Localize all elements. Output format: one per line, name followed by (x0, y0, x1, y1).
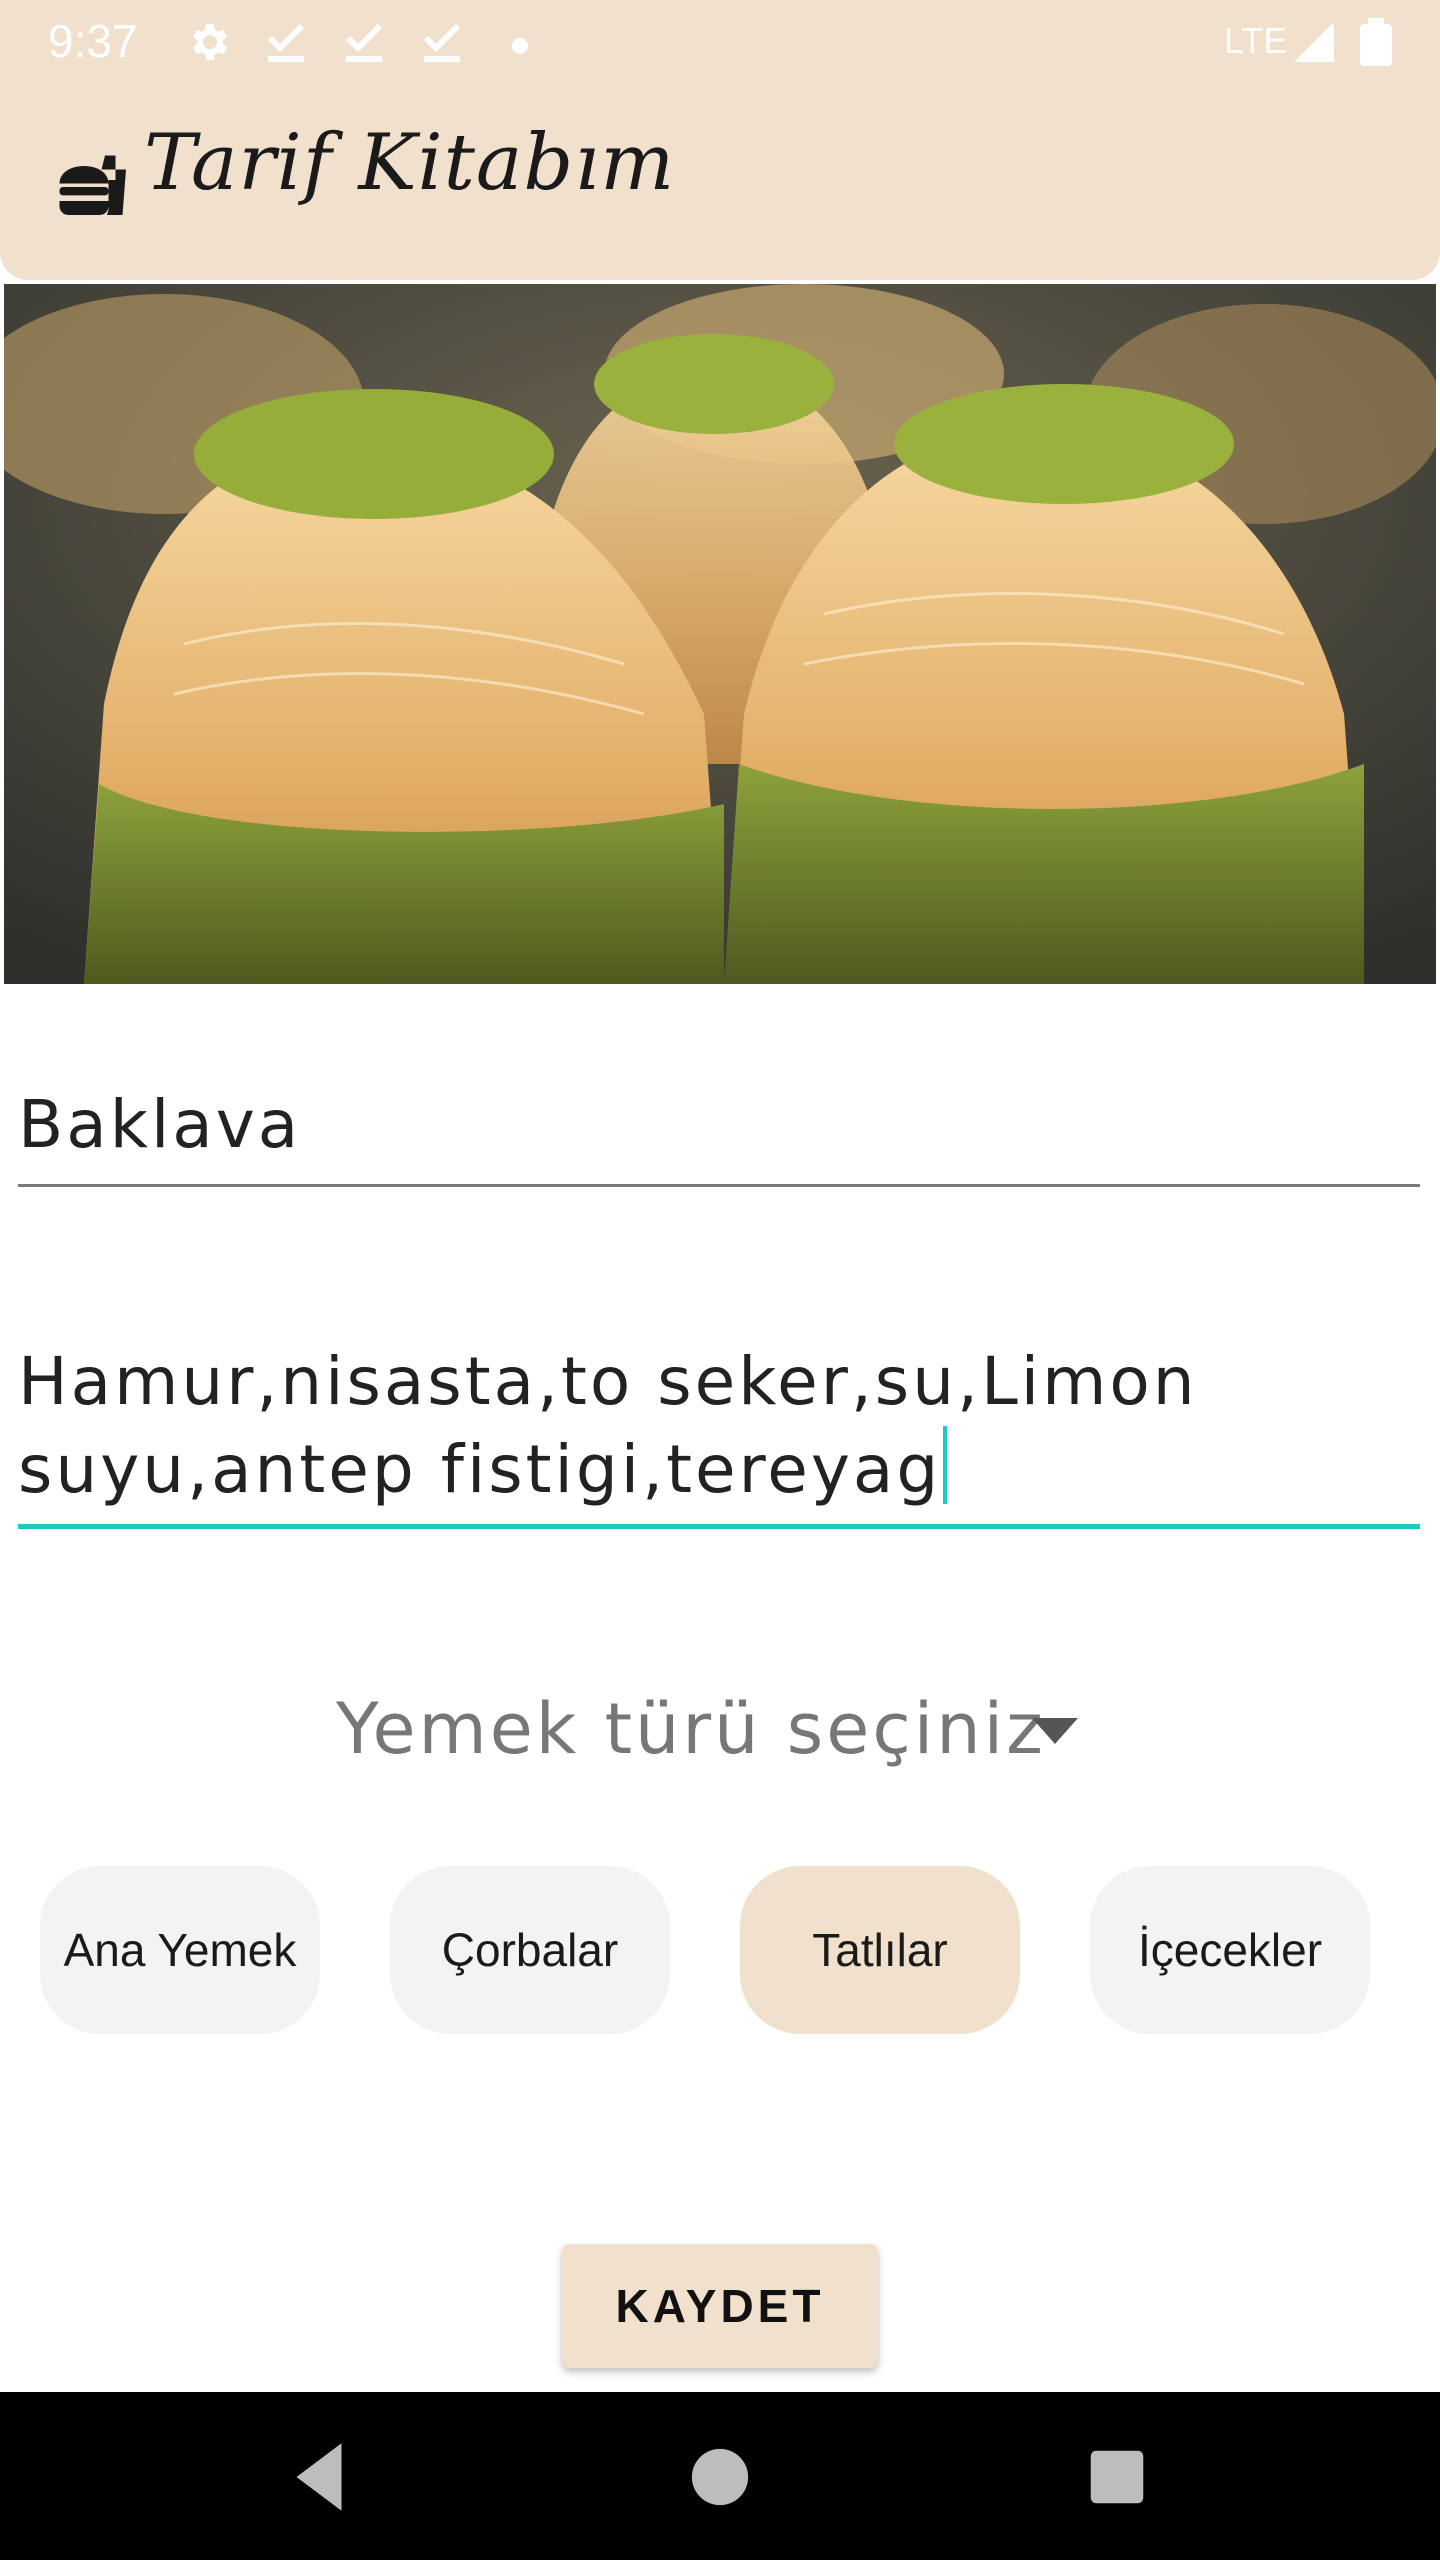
signal-icon (1294, 22, 1334, 62)
fastfood-icon (59, 141, 126, 215)
check-download-icon (267, 23, 305, 62)
back-icon[interactable] (274, 2432, 364, 2522)
network-type: LTE (1224, 20, 1288, 61)
settings-gear-icon (192, 24, 228, 60)
app-title: Tarif Kitabım (144, 118, 676, 208)
dropdown-arrow-icon (1032, 1718, 1078, 1744)
top-app-bar: 9:37 LTE Tarif Kitabım (0, 0, 1440, 280)
ingredients-input[interactable]: Hamur,nisasta,to seker,su,Limon suyu,ant… (18, 1330, 1420, 1529)
recipe-image[interactable] (4, 284, 1436, 984)
save-button[interactable]: KAYDET (562, 2244, 878, 2368)
status-bar: 9:37 LTE (0, 0, 1440, 84)
text-cursor (943, 1426, 948, 1504)
check-download-icon (345, 23, 383, 62)
ingredients-value: Hamur,nisasta,to seker,su,Limon suyu,ant… (18, 1343, 1198, 1508)
home-icon[interactable] (675, 2432, 765, 2522)
chip-tatlilar[interactable]: Tatlılar (740, 1866, 1020, 2034)
baklava-photo (4, 284, 1436, 984)
navigation-bar (0, 2392, 1440, 2560)
battery-icon (1360, 18, 1392, 66)
recipe-name-value: Baklava (18, 1086, 302, 1163)
category-spinner[interactable]: Yemek türü seçiniz (330, 1680, 1110, 1780)
recents-icon[interactable] (1072, 2432, 1162, 2522)
status-time: 9:37 (48, 15, 138, 67)
chip-corbalar[interactable]: Çorbalar (390, 1866, 670, 2034)
chip-ana-yemek[interactable]: Ana Yemek (40, 1866, 320, 2034)
check-download-icon (423, 23, 461, 62)
recipe-name-input[interactable]: Baklava (18, 1080, 1420, 1187)
chip-icecekler[interactable]: İçecekler (1090, 1866, 1370, 2034)
spinner-label: Yemek türü seçiniz (336, 1688, 1046, 1770)
dot-icon (512, 38, 528, 54)
